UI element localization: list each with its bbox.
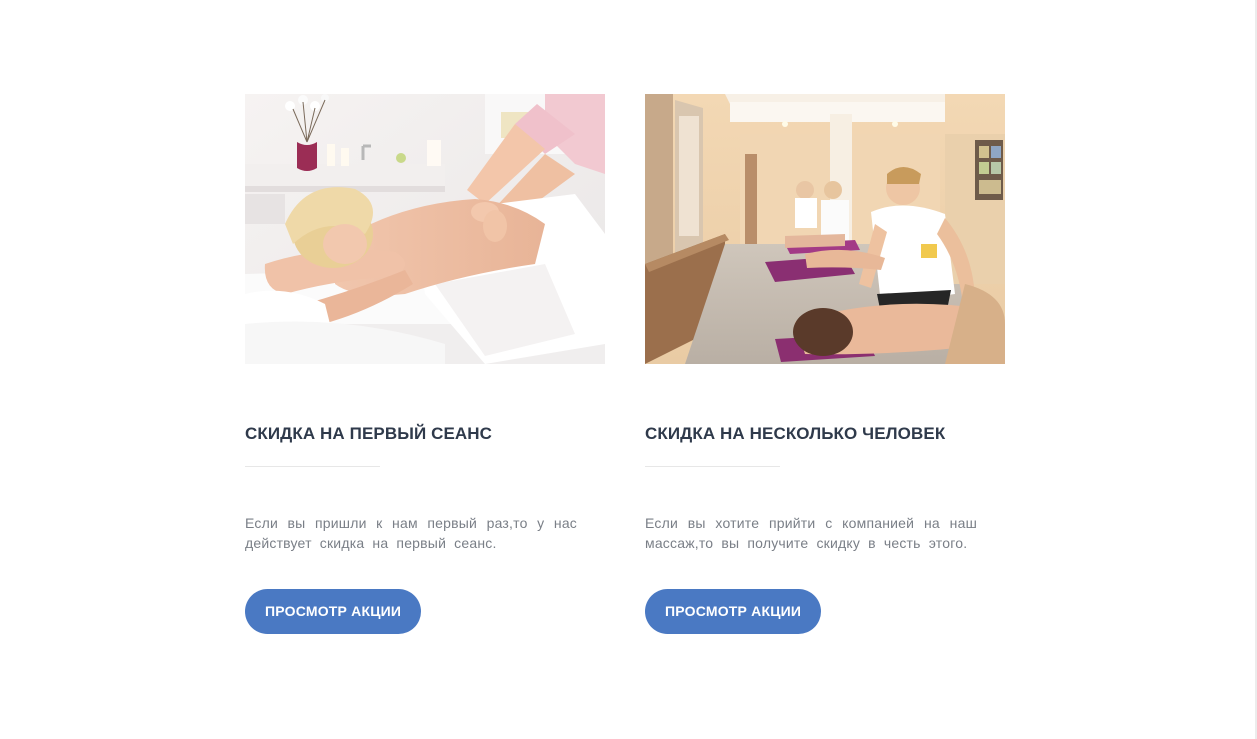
view-promotion-button[interactable]: ПРОСМОТР АКЦИИ <box>645 589 822 634</box>
promotions-section: СКИДКА НА ПЕРВЫЙ СЕАНС Если вы пришли к … <box>0 0 1257 739</box>
offer-card-group: СКИДКА НА НЕСКОЛЬКО ЧЕЛОВЕК Если вы хоти… <box>645 94 1005 634</box>
spa-massage-photo <box>245 94 605 364</box>
offer-card-first-session: СКИДКА НА ПЕРВЫЙ СЕАНС Если вы пришли к … <box>245 94 605 634</box>
title-divider <box>645 466 780 467</box>
offer-title: СКИДКА НА ПЕРВЫЙ СЕАНС <box>245 424 493 443</box>
group-massage-photo <box>645 94 1005 364</box>
offer-description: Если вы хотите прийти с компанией на наш… <box>645 515 977 551</box>
offer-title: СКИДКА НА НЕСКОЛЬКО ЧЕЛОВЕК <box>645 424 946 443</box>
view-promotion-button[interactable]: ПРОСМОТР АКЦИИ <box>245 589 422 634</box>
title-divider <box>245 466 380 467</box>
offer-description: Если вы пришли к нам первый раз,то у нас… <box>245 515 577 551</box>
